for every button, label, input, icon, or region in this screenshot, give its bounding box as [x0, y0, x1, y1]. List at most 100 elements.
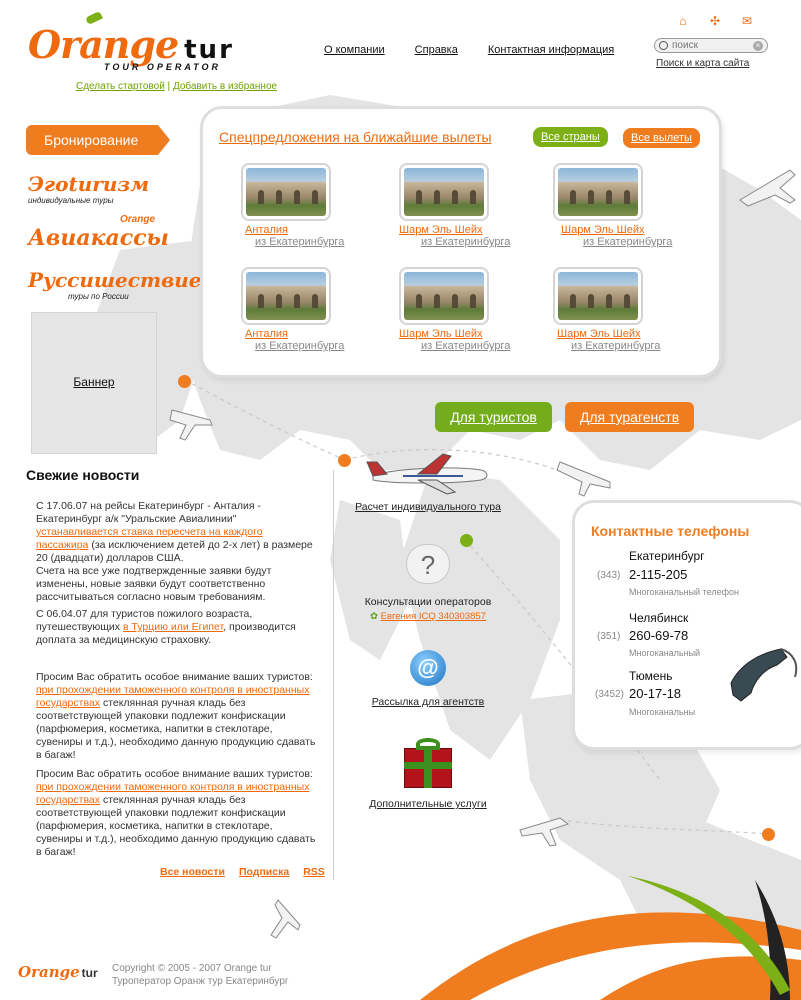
mail-icon[interactable]: ✉ — [740, 14, 754, 28]
for-agencies-button[interactable]: Для турагенств — [565, 402, 694, 432]
nav-contacts[interactable]: Контактная информация — [488, 44, 614, 56]
offer-thumbnail[interactable] — [553, 267, 643, 325]
offer-card[interactable]: Анталия из Екатеринбурга — [241, 267, 401, 363]
tool-icons: ⌂ ✣ ✉ — [676, 14, 754, 28]
banner-placeholder[interactable]: Баннер — [31, 312, 157, 454]
offer-origin[interactable]: из Екатеринбурга — [571, 340, 713, 352]
gift-box-icon — [400, 736, 456, 790]
service-mailing[interactable]: @ Рассылка для агентств — [328, 650, 528, 708]
brand-aviakassy[interactable]: Orange Авиакассы — [28, 214, 169, 251]
offer-destination[interactable]: Шарм Эль Шейх — [561, 224, 713, 236]
offer-thumbnail[interactable] — [241, 267, 331, 325]
news-link[interactable]: в Турцию или Египет — [123, 621, 223, 633]
nav-about[interactable]: О компании — [324, 44, 385, 56]
service-consult[interactable]: ? Консультации операторов ✿ Евгения ICQ … — [328, 544, 528, 622]
offer-card[interactable]: Шарм Эль Шейх из Екатеринбурга — [399, 163, 559, 259]
sitemap-icon[interactable]: ✣ — [708, 14, 722, 28]
offer-origin[interactable]: из Екатеринбурга — [421, 340, 559, 352]
clear-search-icon[interactable]: × — [753, 40, 763, 51]
offer-thumbnail[interactable] — [241, 163, 331, 221]
all-flights-button[interactable]: Все вылеты — [623, 128, 700, 148]
service-extra[interactable]: Дополнительные услуги — [328, 736, 528, 810]
brand-subtitle: Orange — [120, 214, 156, 225]
news-item: С 06.04.07 для туристов пожилого возраст… — [36, 608, 296, 646]
footer-text: Copyright © 2005 - 2007 Orange tur Туроп… — [112, 962, 289, 988]
news-title: Свежие новости — [26, 467, 140, 483]
airplane-icon — [366, 453, 488, 495]
at-sign-icon: @ — [410, 650, 446, 686]
contact-city: Тюмень — [629, 669, 673, 683]
brand-title: Руссишествие — [28, 268, 202, 292]
offer-card[interactable]: Шарм Эль Шейх из Екатеринбурга — [399, 267, 559, 363]
offer-thumbnail[interactable] — [399, 163, 489, 221]
contact-phones-panel: Контактные телефоны Екатеринбург (343) 2… — [572, 500, 801, 750]
nav-help[interactable]: Справка — [415, 44, 458, 56]
offer-destination[interactable]: Шарм Эль Шейх — [399, 328, 559, 340]
question-bubble-icon: ? — [406, 544, 450, 584]
offer-card[interactable]: Анталия из Екатеринбурга — [241, 163, 401, 259]
for-tourists-button[interactable]: Для туристов — [435, 402, 552, 432]
logo-subtitle: TOUR OPERATOR — [104, 62, 222, 72]
news-footer-links: Все новости Подписка RSS — [160, 866, 325, 878]
home-icon[interactable]: ⌂ — [676, 14, 690, 28]
offer-origin[interactable]: из Екатеринбурга — [583, 236, 713, 248]
brand-title: Эгоturизм — [28, 172, 150, 196]
brand-egotourism[interactable]: Эгоturизм индивидуальные туры — [28, 172, 149, 205]
offer-destination[interactable]: Анталия — [245, 328, 401, 340]
set-start-page-link[interactable]: Сделать стартовой — [76, 81, 165, 92]
brand-subtitle: туры по России — [68, 292, 129, 301]
news-item: Просим Вас обратить особое внимание ваши… — [36, 671, 316, 761]
service-mailing-label[interactable]: Рассылка для агентств — [328, 696, 528, 708]
search-icon — [659, 41, 668, 50]
special-offers-title[interactable]: Спецпредложения на ближайшие вылеты — [219, 129, 492, 145]
contact-city: Челябинск — [629, 611, 689, 625]
telephone-handset-icon — [730, 648, 798, 702]
all-news-link[interactable]: Все новости — [160, 866, 225, 878]
all-countries-button[interactable]: Все страны — [533, 127, 608, 147]
subscribe-link[interactable]: Подписка — [239, 866, 289, 878]
orange-tur-logo[interactable]: Orange tur TOUR OPERATOR — [28, 10, 298, 74]
offer-destination[interactable]: Анталия — [245, 224, 401, 236]
offer-card[interactable]: Шарм Эль Шейх из Екатеринбурга — [553, 163, 713, 259]
offer-card[interactable]: Шарм Эль Шейх из Екатеринбурга — [553, 267, 713, 363]
service-calc-label[interactable]: Расчет индивидуального тура — [328, 501, 528, 513]
service-calc[interactable]: Расчет индивидуального тура — [328, 450, 528, 513]
route-dot — [762, 828, 775, 841]
top-links: Сделать стартовой | Добавить в избранное — [76, 81, 277, 92]
banner-label: Баннер — [73, 375, 115, 389]
footer-logo[interactable]: Orange tur — [18, 963, 98, 981]
brand-title: Авиакассы — [28, 225, 169, 251]
offer-thumbnail[interactable] — [553, 163, 643, 221]
logo-tur-text: tur — [184, 35, 234, 65]
contact-phone: 20-17-18 — [629, 686, 682, 701]
search-input[interactable] — [672, 40, 752, 51]
service-extra-label[interactable]: Дополнительные услуги — [328, 798, 528, 810]
contact-phone: 2-115-205 — [629, 567, 688, 582]
contacts-title: Контактные телефоны — [591, 523, 750, 539]
add-favorites-link[interactable]: Добавить в избранное — [173, 81, 277, 92]
footer-logo-tur: tur — [81, 966, 98, 980]
contact-note: Многоканальный телефон — [629, 587, 739, 597]
offer-thumbnail[interactable] — [399, 267, 489, 325]
booking-button[interactable]: Бронирование — [26, 125, 170, 155]
offer-origin[interactable]: из Екатеринбурга — [255, 236, 401, 248]
offer-destination[interactable]: Шарм Эль Шейх — [557, 328, 713, 340]
news-item: С 17.06.07 на рейсы Екатеринбург - Антал… — [36, 500, 313, 603]
icq-contact-label[interactable]: Евгения ICQ 340303857 — [381, 611, 486, 622]
footer-logo-main: Orange — [18, 963, 80, 981]
copyright: Copyright © 2005 - 2007 Orange tur — [112, 963, 272, 974]
search-and-sitemap-link[interactable]: Поиск и карта сайта — [656, 58, 749, 69]
icq-contact[interactable]: ✿ Евгения ICQ 340303857 — [328, 611, 528, 622]
offer-origin[interactable]: из Екатеринбурга — [255, 340, 401, 352]
brand-russhestvie[interactable]: Руссишествие туры по России — [28, 268, 202, 301]
offer-origin[interactable]: из Екатеринбурга — [421, 236, 559, 248]
contact-note: Многоканальный — [629, 648, 701, 658]
contact-code: (3452) — [595, 689, 624, 700]
top-links-separator: | — [164, 81, 173, 92]
special-offers-panel: Спецпредложения на ближайшие вылеты Все … — [200, 106, 722, 378]
rss-link[interactable]: RSS — [303, 866, 325, 878]
contact-phone: 260-69-78 — [629, 628, 689, 643]
service-consult-label[interactable]: Консультации операторов — [328, 596, 528, 608]
footer-subtitle: Туроператор Оранж тур Екатеринбург — [112, 976, 289, 987]
offer-destination[interactable]: Шарм Эль Шейх — [399, 224, 559, 236]
